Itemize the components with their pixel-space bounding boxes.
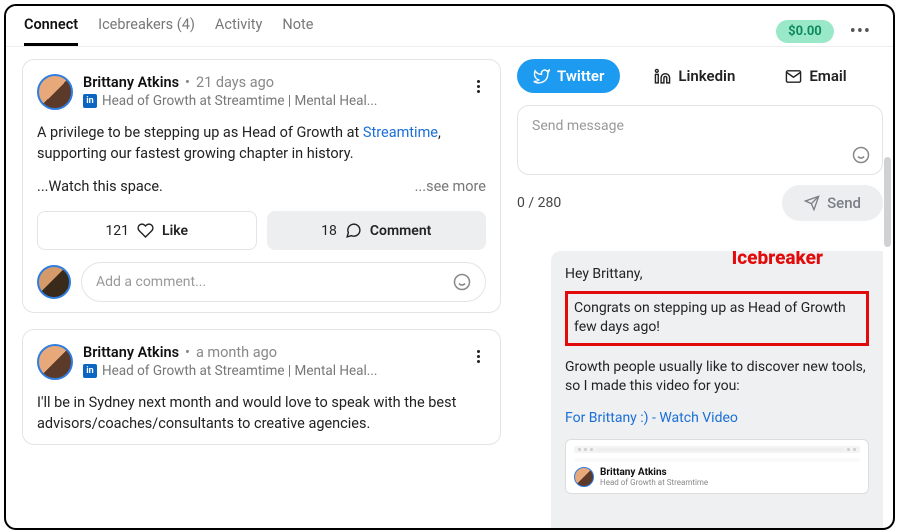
post-time: 21 days ago [196, 74, 274, 91]
post-body: A privilege to be stepping up as Head of… [37, 122, 486, 164]
send-icon [804, 195, 820, 211]
send-button[interactable]: Send [782, 185, 883, 221]
separator-dot: • [185, 344, 190, 361]
comment-input[interactable]: Add a comment... [81, 262, 486, 302]
like-count: 121 [105, 223, 129, 239]
char-counter: 0 / 280 [517, 195, 561, 211]
post-card: Brittany Atkins • 21 days ago in Head of… [22, 59, 501, 313]
preview-greeting: Hey Brittany, [565, 265, 869, 285]
channel-email[interactable]: Email [769, 59, 862, 93]
post-author[interactable]: Brittany Atkins [83, 344, 179, 361]
post-text: ...Watch this space. [37, 178, 163, 195]
separator-dot: • [185, 74, 190, 91]
feed-column: Brittany Atkins • 21 days ago in Head of… [6, 47, 511, 528]
see-more-link[interactable]: ...see more [415, 178, 486, 195]
tab-note[interactable]: Note [282, 16, 313, 46]
preview-video-link[interactable]: For Brittany :) - Watch Video [565, 409, 869, 429]
comment-count: 18 [321, 223, 337, 239]
post-body: I'll be in Sydney next month and would l… [37, 392, 486, 434]
post-card: Brittany Atkins • a month ago in Head of… [22, 329, 501, 445]
post-subtitle: Head of Growth at Streamtime | Mental He… [102, 93, 377, 109]
linkedin-icon [654, 68, 671, 85]
like-label: Like [162, 223, 188, 239]
channel-twitter[interactable]: Twitter [517, 59, 620, 93]
post-menu-icon[interactable] [471, 344, 486, 369]
thumb-avatar [574, 467, 594, 487]
send-label: Send [827, 194, 861, 212]
comment-placeholder: Add a comment... [96, 274, 206, 290]
post-subtitle: Head of Growth at Streamtime | Mental He… [102, 363, 377, 379]
scrollbar-thumb[interactable] [884, 157, 891, 247]
balance-badge: $0.00 [776, 20, 834, 43]
comment-label: Comment [370, 223, 431, 239]
tab-icebreakers[interactable]: Icebreakers (4) [98, 16, 195, 46]
like-button[interactable]: 121 Like [37, 211, 257, 250]
heart-icon [137, 222, 154, 239]
post-text: A privilege to be stepping up as Head of… [37, 124, 363, 141]
thumb-subtitle: Head of Growth at Streamtime [600, 478, 708, 487]
tab-activity[interactable]: Activity [215, 16, 262, 46]
channel-label: Twitter [557, 67, 604, 85]
linkedin-badge-icon: in [83, 364, 97, 378]
preview-highlight: Congrats on stepping up as Head of Growt… [565, 291, 869, 346]
comment-button[interactable]: 18 Comment [267, 211, 487, 250]
compose-placeholder: Send message [532, 118, 624, 134]
annotation-label: Icebreaker [732, 251, 823, 269]
channel-label: Linkedin [678, 67, 735, 85]
channel-linkedin[interactable]: Linkedin [638, 59, 751, 93]
thumb-name: Brittany Atkins [600, 467, 708, 478]
twitter-icon [533, 68, 550, 85]
compose-box[interactable]: Send message [517, 105, 883, 175]
smile-icon[interactable] [453, 273, 471, 291]
preview-line: Growth people usually like to discover n… [565, 358, 869, 397]
avatar[interactable] [37, 344, 73, 380]
comment-icon [345, 222, 362, 239]
self-avatar[interactable] [37, 265, 71, 299]
compose-column: Twitter Linkedin Email Send message 0 [511, 47, 893, 528]
email-icon [785, 68, 802, 85]
smile-icon[interactable] [852, 146, 870, 164]
linkedin-badge-icon: in [83, 94, 97, 108]
preview-panel: Icebreaker Hey Brittany, Congrats on ste… [551, 251, 883, 528]
video-thumbnail[interactable]: Brittany Atkins Head of Growth at Stream… [565, 439, 869, 494]
post-author[interactable]: Brittany Atkins [83, 74, 179, 91]
post-link-streamtime[interactable]: Streamtime [363, 124, 438, 141]
channel-label: Email [809, 67, 846, 85]
more-menu-icon[interactable]: ••• [846, 21, 875, 42]
tab-connect[interactable]: Connect [24, 16, 78, 46]
post-menu-icon[interactable] [471, 74, 486, 99]
avatar[interactable] [37, 74, 73, 110]
post-time: a month ago [196, 344, 277, 361]
